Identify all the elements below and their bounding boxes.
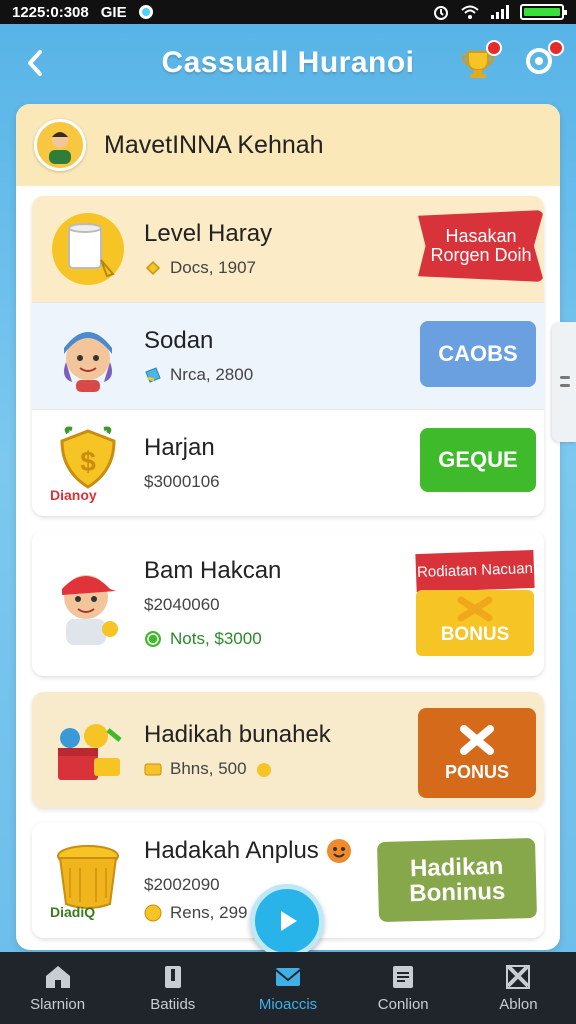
status-time: 1225:0:308 [12, 3, 89, 21]
list-item[interactable]: Bam Hakcan $2040060 Nots, $3000 Rodiatan… [32, 530, 544, 676]
smiley-icon [327, 839, 352, 864]
item-title: Bam Hakcan [144, 557, 282, 584]
signal-icon [491, 5, 509, 19]
status-bar: 1225:0:308 GIE [0, 0, 576, 24]
hand-icon [256, 763, 271, 777]
swords-icon [506, 964, 531, 989]
page-title: Cassuall Huranoi [161, 46, 415, 79]
cup-icon [48, 209, 128, 289]
status-carrier: GIE [100, 3, 127, 21]
cash-icon [144, 763, 162, 776]
nav-item-battles[interactable]: Batiids [115, 952, 230, 1024]
item-title: Hadakah Anplus [144, 837, 353, 866]
treasure-pot-icon: DiadiQ [48, 840, 128, 920]
play-icon [281, 911, 297, 931]
back-button[interactable] [22, 46, 52, 80]
battery-icon [520, 4, 567, 20]
settings-button[interactable] [522, 40, 564, 80]
bonus-button[interactable]: Hadikan Boninus [376, 837, 538, 923]
item-subtitle: $3000106 [144, 472, 220, 491]
gift-bow-icon [460, 724, 494, 755]
reward-card: Bam Hakcan $2040060 Nots, $3000 Rodiatan… [32, 530, 544, 676]
item-subtitle: Nrca, 2800 [170, 365, 254, 384]
item-subtitle: $2040060 [144, 595, 220, 614]
chevron-left-icon [28, 50, 42, 76]
user-avatar-icon [49, 132, 71, 164]
bonus-button[interactable]: Rodiatan Nacuan BONUS [415, 544, 535, 656]
gift-bow-icon [457, 596, 493, 622]
item-subtitle-2: Rens, 299 [170, 903, 248, 923]
item-title: Level Haray [144, 220, 273, 247]
icon-caption: Dianoy [50, 487, 97, 503]
boy-character-icon [48, 563, 128, 645]
notification-badge [486, 40, 502, 56]
alarm-icon [434, 6, 448, 20]
svg-text:$: $ [80, 446, 96, 477]
home-icon [45, 965, 70, 988]
bonus-tag: Rodiatan Nacuan [415, 549, 535, 593]
list-item[interactable]: Level Haray Docs, 1907 Hasakan Rorgen Do… [32, 196, 544, 302]
nav-item-collection[interactable]: Conlion [346, 952, 461, 1024]
item-subtitle-2: Nots, $3000 [170, 629, 262, 648]
list-item[interactable]: Hadikah bunahek Bhns, 500 PONUS [32, 692, 544, 808]
item-title: Harjan [144, 434, 215, 461]
get-button[interactable]: GEQUE [420, 428, 536, 492]
bonus-button[interactable]: PONUS [418, 708, 536, 798]
item-title: Sodan [144, 327, 214, 354]
wifi-icon [461, 5, 479, 19]
gift-pile-icon [48, 710, 128, 790]
nav-item-home[interactable]: Slarnion [0, 952, 115, 1024]
rewards-button[interactable] [460, 40, 502, 80]
main-panel: MavetINNA Kehnah Level Haray Docs, 1907 … [16, 104, 560, 950]
book-icon [164, 965, 181, 988]
item-title: Hadikah bunahek [144, 721, 331, 748]
coin-icon [144, 904, 162, 922]
bonus-label: BONUS [416, 590, 534, 656]
ticket-icon [145, 367, 161, 383]
mail-icon [275, 967, 301, 986]
side-drawer-handle[interactable] [552, 322, 576, 442]
notification-badge [548, 40, 564, 56]
avatar [34, 119, 86, 171]
item-subtitle: Docs, 1907 [170, 258, 256, 277]
nav-item-about[interactable]: Ablon [461, 952, 576, 1024]
document-icon [393, 965, 414, 988]
icon-caption: DiadiQ [50, 904, 96, 920]
clock-icon [145, 631, 161, 647]
claim-ribbon-button[interactable]: Hasakan Rorgen Doih [418, 210, 544, 282]
item-subtitle: Bhns, 500 [170, 759, 247, 778]
coin-icon [145, 260, 161, 276]
reward-card: Hadikah bunahek Bhns, 500 PONUS [32, 692, 544, 808]
profile-bar[interactable]: MavetINNA Kehnah [16, 104, 560, 186]
item-subtitle: $2002090 [144, 875, 220, 895]
nav-item-messages[interactable]: Mioaccis [230, 952, 345, 1024]
reward-card-group: Level Haray Docs, 1907 Hasakan Rorgen Do… [32, 196, 544, 516]
list-item[interactable]: Sodan Nrca, 2800 CAOBS [32, 303, 544, 409]
character-icon [48, 316, 128, 396]
profile-name: MavetINNA Kehnah [104, 130, 324, 159]
play-button[interactable] [250, 884, 324, 958]
app-notification-icon [138, 5, 153, 19]
cases-button[interactable]: CAOBS [420, 321, 536, 387]
list-item[interactable]: $ Dianoy Harjan $3000106 GEQUE [32, 410, 544, 516]
shield-dollar-icon: $ Dianoy [48, 423, 128, 503]
bottom-nav: Slarnion Batiids Mioaccis Conlion Ablon [0, 952, 576, 1024]
header: Cassuall Huranoi [0, 24, 576, 102]
